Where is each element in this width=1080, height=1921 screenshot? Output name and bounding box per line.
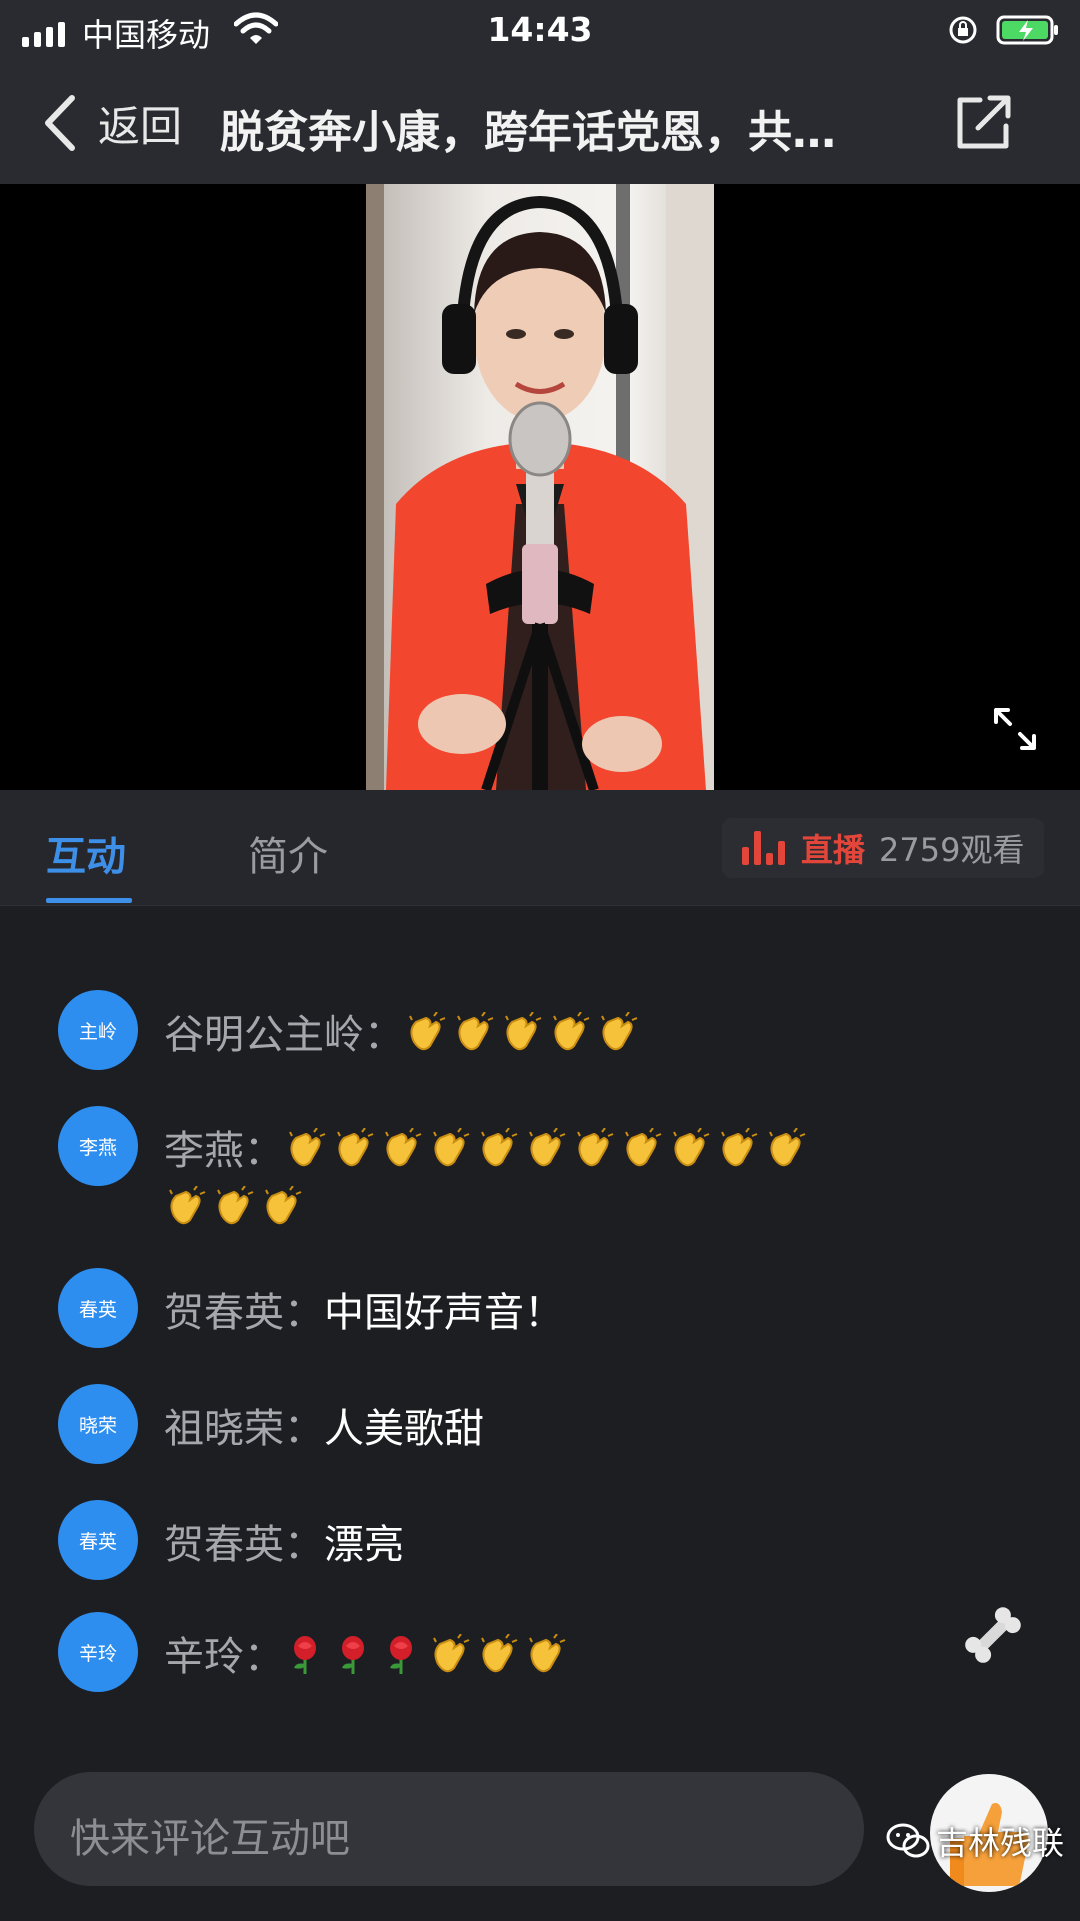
clap-emoji-icon — [548, 1011, 590, 1054]
status-bar: 中国移动 14:43 — [0, 0, 1080, 62]
back-button[interactable]: 返回 — [40, 90, 182, 156]
comment-list: 主岭 谷明公主岭： 李燕 李燕： 春英 贺春英：中国好声音！ 晓荣 祖晓荣：人美… — [0, 906, 1080, 1706]
comment-body: 中国好声音！ — [324, 1290, 564, 1336]
comment-text: 谷明公主岭： — [164, 1006, 844, 1064]
clap-emoji-icon — [212, 1185, 254, 1228]
chevron-left-icon — [45, 95, 75, 151]
comment-author: 辛玲： — [164, 1634, 284, 1680]
fullscreen-icon[interactable] — [990, 704, 1040, 754]
clap-emoji-icon — [716, 1127, 758, 1170]
clap-emoji-icon — [332, 1127, 374, 1170]
comment-author: 贺春英： — [164, 1290, 324, 1336]
clap-emoji-icon — [404, 1011, 446, 1054]
clap-emoji-icon — [572, 1127, 614, 1170]
comment-author: 李燕： — [164, 1128, 284, 1174]
clap-emoji-icon — [524, 1127, 566, 1170]
avatar[interactable]: 春英 — [58, 1500, 138, 1580]
tab-bar: 互动 简介 直播 2759观看 — [0, 790, 1080, 906]
viewer-count: 2759观看 — [879, 831, 1025, 869]
clock: 14:43 — [487, 10, 593, 49]
clap-emoji-icon — [164, 1185, 206, 1228]
bone-icon[interactable] — [958, 1600, 1028, 1670]
clap-emoji-icon — [500, 1011, 542, 1054]
live-bars-icon — [742, 831, 785, 865]
active-tab-indicator — [46, 898, 132, 903]
clap-emoji-icon — [596, 1011, 638, 1054]
nav-bar: 返回 脱贫奔小康，跨年话党恩，共… — [0, 62, 1080, 184]
clap-emoji-icon — [476, 1633, 518, 1676]
clap-emoji-icon — [452, 1011, 494, 1054]
rose-emoji-icon — [284, 1634, 326, 1676]
comment-body: 人美歌甜 — [324, 1406, 484, 1452]
avatar[interactable]: 春英 — [58, 1268, 138, 1348]
comment-text: 李燕： — [164, 1122, 844, 1238]
comment-author: 祖晓荣： — [164, 1406, 324, 1452]
comment-body: 漂亮 — [324, 1522, 404, 1568]
avatar[interactable]: 李燕 — [58, 1106, 138, 1186]
clap-emoji-icon — [476, 1127, 518, 1170]
live-badge: 直播 2759观看 — [722, 818, 1045, 878]
tab-interact[interactable]: 互动 — [46, 824, 126, 882]
clap-emoji-icon — [524, 1633, 566, 1676]
tab-intro[interactable]: 简介 — [248, 824, 328, 882]
orientation-lock-icon — [949, 16, 977, 44]
wechat-icon — [886, 1823, 930, 1858]
battery-charging-icon — [996, 15, 1058, 45]
share-icon[interactable] — [950, 90, 1016, 156]
avatar[interactable]: 主岭 — [58, 990, 138, 1070]
clap-emoji-icon — [284, 1127, 326, 1170]
clap-emoji-icon — [428, 1633, 470, 1676]
video-player[interactable] — [0, 184, 1080, 790]
clap-emoji-icon — [764, 1127, 806, 1170]
comment-text: 贺春英：漂亮 — [164, 1516, 844, 1574]
comment-text: 贺春英：中国好声音！ — [164, 1284, 844, 1342]
comment-text: 祖晓荣：人美歌甜 — [164, 1400, 844, 1458]
clap-emoji-icon — [380, 1127, 422, 1170]
back-label: 返回 — [98, 101, 183, 151]
clap-emoji-icon — [260, 1185, 302, 1228]
comment-text: 辛玲： — [164, 1628, 844, 1686]
comment-input[interactable]: 快来评论互动吧 — [34, 1772, 864, 1886]
comment-author: 谷明公主岭： — [164, 1012, 404, 1058]
clap-emoji-icon — [620, 1127, 662, 1170]
comment-placeholder: 快来评论互动吧 — [70, 1816, 350, 1862]
clap-emoji-icon — [428, 1127, 470, 1170]
live-label: 直播 — [801, 831, 866, 869]
page-title: 脱贫奔小康，跨年话党恩，共… — [220, 107, 836, 158]
watermark: 吉林残联 — [886, 1818, 1064, 1864]
video-frame — [366, 184, 714, 790]
watermark-text: 吉林残联 — [936, 1824, 1065, 1862]
rose-emoji-icon — [380, 1634, 422, 1676]
avatar[interactable]: 辛玲 — [58, 1612, 138, 1692]
comment-author: 贺春英： — [164, 1522, 324, 1568]
avatar[interactable]: 晓荣 — [58, 1384, 138, 1464]
rose-emoji-icon — [332, 1634, 374, 1676]
clap-emoji-icon — [668, 1127, 710, 1170]
